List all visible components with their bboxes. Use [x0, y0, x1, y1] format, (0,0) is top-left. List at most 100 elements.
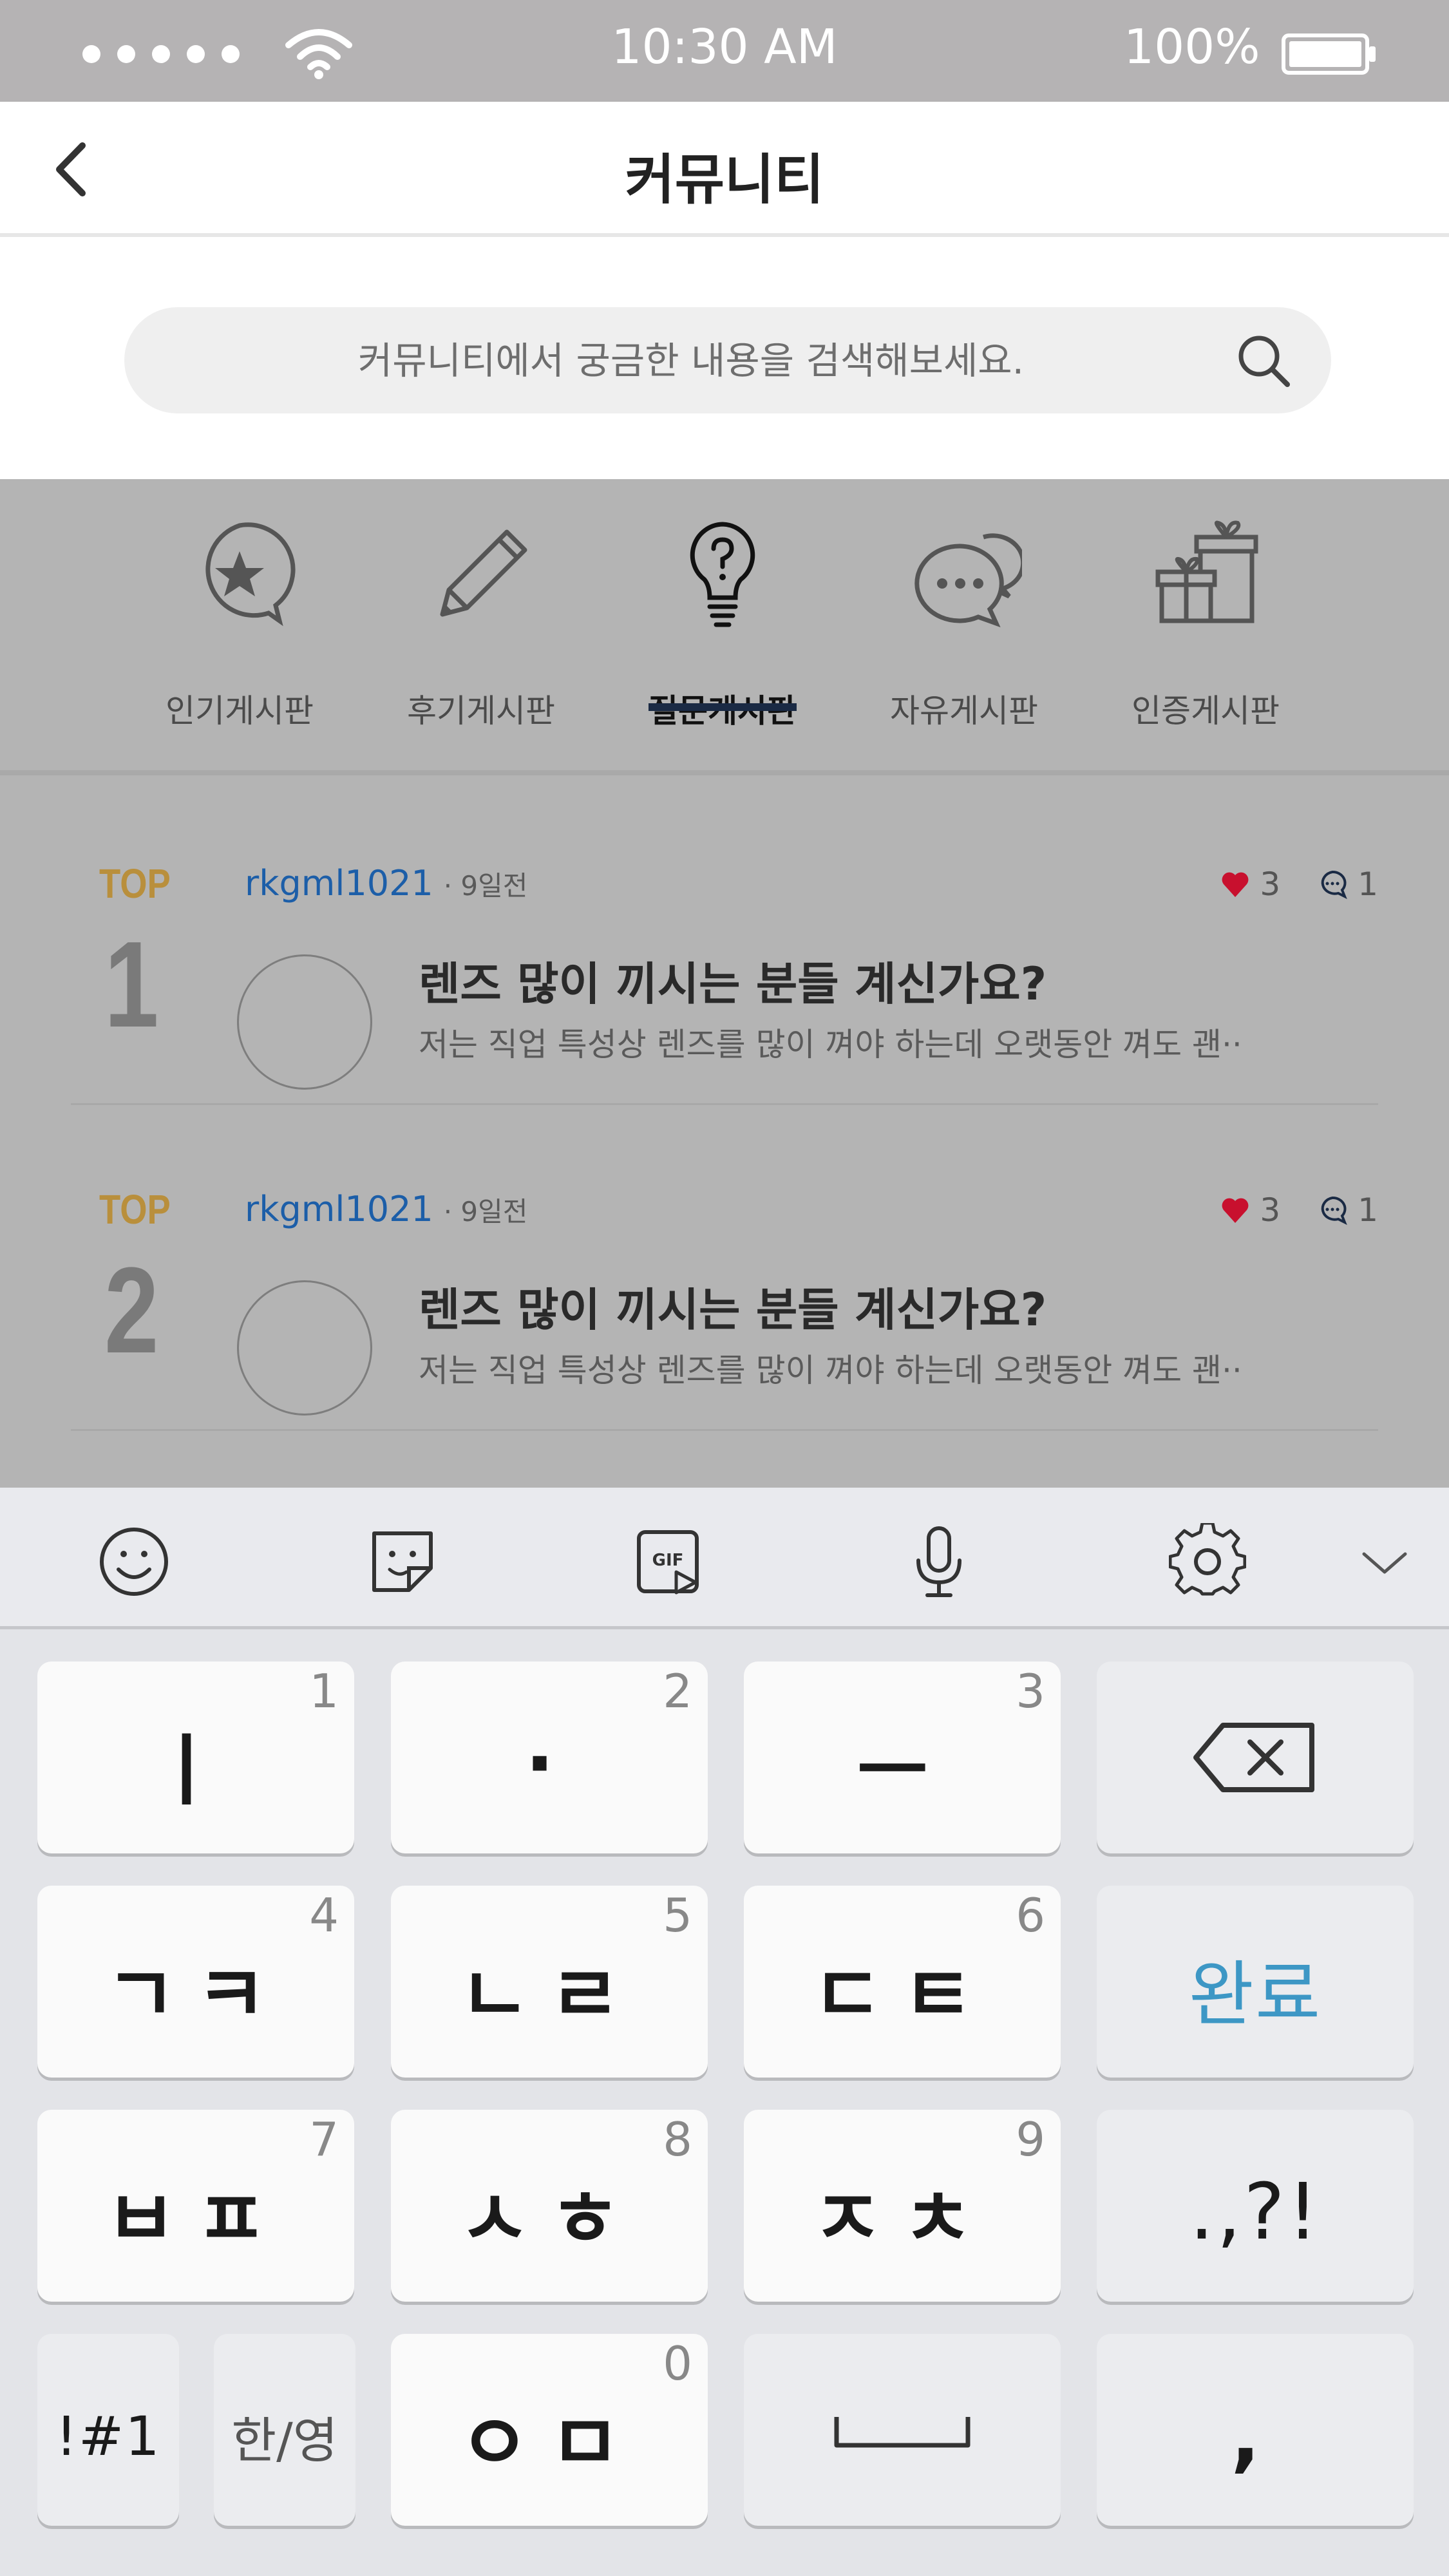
key-label: 한/영 — [231, 2412, 338, 2469]
post-excerpt: 저는 직업 특성상 렌즈를 많이 껴야 하는데 오랫동안 껴도 괜·· — [419, 1026, 1242, 1063]
post-item[interactable]: TOP 2 rkgml1021 · 9일전 3 1 렌즈 많이 끼시는 분들 계… — [71, 1105, 1378, 1431]
comment-count: 1 — [1358, 866, 1378, 903]
key-ng-m[interactable]: 0 ㅇㅁ — [391, 2334, 708, 2526]
key-eu[interactable]: 3 ㅡ — [744, 1662, 1061, 1853]
dimmed-content-overlay: 인기게시판 후기게시판 질문게시판 자유게시판 인증게시판 TOP 1 rkgm… — [0, 479, 1449, 1488]
heart-icon — [1222, 872, 1249, 897]
key-number: 6 — [1016, 1888, 1045, 1942]
key-label: !#1 — [55, 2405, 161, 2468]
punctuation-key[interactable]: .,?! — [1097, 2110, 1414, 2302]
rank-label: TOP — [99, 1186, 171, 1233]
key-label: · — [525, 1719, 574, 1809]
post-stats: 3 1 — [1220, 1188, 1378, 1233]
key-j-ch[interactable]: 9 ㅈㅊ — [744, 2110, 1061, 2302]
key-label: ㅈㅊ — [811, 2175, 993, 2264]
key-number: 8 — [663, 2112, 692, 2166]
microphone-icon[interactable] — [900, 1523, 978, 1600]
app-header: 커뮤니티 — [0, 102, 1449, 237]
key-number: 7 — [309, 2112, 339, 2166]
post-time: · 9일전 — [443, 1196, 528, 1227]
done-key[interactable]: 완료 — [1097, 1886, 1414, 2078]
sticker-icon[interactable] — [364, 1523, 441, 1600]
search-input[interactable] — [182, 307, 1200, 413]
search-icon[interactable] — [1235, 332, 1293, 390]
tab-free-board[interactable]: 자유게시판 — [867, 518, 1061, 737]
like-count: 3 — [1260, 866, 1281, 903]
post-title[interactable]: 렌즈 많이 끼시는 분들 계신가요? — [419, 1274, 1046, 1339]
space-bar-icon — [834, 2417, 971, 2448]
key-dot[interactable]: 2 · — [391, 1662, 708, 1853]
battery-percentage: 100% — [1124, 19, 1260, 75]
svg-text:GIF: GIF — [652, 1551, 684, 1570]
gift-icon — [1155, 520, 1258, 623]
collapse-chevron-icon[interactable] — [1346, 1523, 1423, 1600]
key-number: 1 — [309, 1664, 339, 1718]
post-thumbnail — [237, 1280, 372, 1416]
post-item[interactable]: TOP 1 rkgml1021 · 9일전 3 1 렌즈 많이 끼시는 분들 계… — [71, 779, 1378, 1105]
backspace-key[interactable] — [1097, 1662, 1414, 1853]
key-label: , — [1231, 2391, 1280, 2481]
key-label: 완료 — [1188, 1953, 1322, 2036]
key-number: 0 — [663, 2336, 692, 2391]
key-label: ㅡ — [857, 1727, 948, 1816]
tab-label: 인증게시판 — [1132, 692, 1280, 730]
key-i[interactable]: 1 ㅣ — [37, 1662, 354, 1853]
tab-label: 자유게시판 — [890, 692, 1038, 730]
comment-icon — [1321, 1196, 1347, 1226]
search-area — [0, 241, 1449, 479]
keyboard-toolbar: GIF — [0, 1488, 1449, 1629]
language-toggle-key[interactable]: 한/영 — [214, 2334, 355, 2526]
key-label: ㄱㅋ — [105, 1951, 287, 2040]
post-excerpt: 저는 직업 특성상 렌즈를 많이 껴야 하는데 오랫동안 껴도 괜·· — [419, 1352, 1242, 1389]
key-label: ㅂㅍ — [105, 2175, 287, 2264]
key-number: 2 — [663, 1664, 692, 1718]
key-label: ㄴㄹ — [459, 1951, 640, 2040]
comma-key[interactable]: , — [1097, 2334, 1414, 2526]
post-meta: rkgml1021 · 9일전 — [245, 1189, 527, 1229]
rank-number: 2 — [104, 1242, 159, 1379]
status-bar: 10:30 AM 100% — [0, 0, 1449, 102]
key-g-k[interactable]: 4 ㄱㅋ — [37, 1886, 354, 2078]
comment-count: 1 — [1358, 1191, 1378, 1229]
post-title[interactable]: 렌즈 많이 끼시는 분들 계신가요? — [419, 948, 1046, 1013]
tab-certification-board[interactable]: 인증게시판 — [1109, 518, 1302, 737]
pencil-icon — [440, 529, 527, 617]
tab-review-board[interactable]: 후기게시판 — [384, 518, 578, 737]
search-bar[interactable] — [124, 307, 1331, 413]
heart-icon — [1222, 1198, 1249, 1223]
key-number: 3 — [1016, 1664, 1045, 1718]
active-tab-indicator — [649, 703, 797, 711]
tab-popular-board[interactable]: 인기게시판 — [143, 518, 336, 737]
settings-icon[interactable] — [1169, 1523, 1246, 1600]
keyboard: GIF 1 ㅣ 2 · 3 ㅡ 4 ㄱㅋ 5 ㄴㄹ 6 ㄷㅌ 완료 7 ㅂㅍ 8… — [0, 1488, 1449, 2576]
space-key[interactable] — [744, 2334, 1061, 2526]
battery-icon — [1282, 33, 1376, 75]
rank-number: 1 — [104, 916, 159, 1053]
emoji-icon[interactable] — [95, 1523, 173, 1600]
post-stats: 3 1 — [1220, 862, 1378, 907]
key-n-r[interactable]: 5 ㄴㄹ — [391, 1886, 708, 2078]
key-label: ㅣ — [150, 1727, 242, 1816]
backspace-icon — [1193, 1723, 1314, 1792]
key-number: 9 — [1016, 2112, 1045, 2166]
like-count: 3 — [1260, 1191, 1281, 1229]
lightbulb-question-icon — [690, 522, 755, 627]
symbols-key[interactable]: !#1 — [37, 2334, 179, 2526]
post-time: · 9일전 — [443, 870, 528, 902]
post-author[interactable]: rkgml1021 — [245, 1189, 433, 1229]
board-tabs: 인기게시판 후기게시판 질문게시판 자유게시판 인증게시판 — [0, 479, 1449, 775]
rank-label: TOP — [99, 860, 171, 907]
chat-bubbles-icon — [914, 533, 1022, 628]
key-d-t[interactable]: 6 ㄷㅌ — [744, 1886, 1061, 2078]
key-s-h[interactable]: 8 ㅅㅎ — [391, 2110, 708, 2302]
post-author[interactable]: rkgml1021 — [245, 863, 433, 904]
star-bubble-icon — [205, 522, 296, 627]
key-label: .,?! — [1189, 2167, 1321, 2257]
post-thumbnail — [237, 954, 372, 1090]
tab-label: 후기게시판 — [407, 692, 555, 730]
gif-icon[interactable]: GIF — [631, 1523, 708, 1600]
key-b-p[interactable]: 7 ㅂㅍ — [37, 2110, 354, 2302]
page-title: 커뮤니티 — [625, 148, 824, 211]
key-number: 5 — [663, 1888, 692, 1942]
tab-label: 인기게시판 — [166, 692, 314, 730]
